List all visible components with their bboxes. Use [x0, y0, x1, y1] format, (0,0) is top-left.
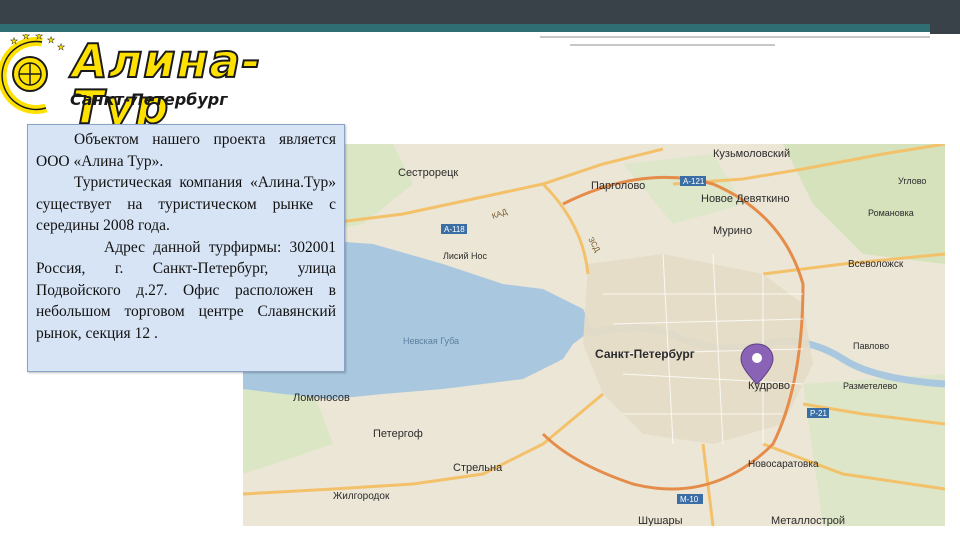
label-sestroretsk: Сестрорецк	[398, 167, 458, 179]
label-vsevolozhsk: Всеволожск	[848, 259, 904, 270]
label-strelna: Стрельна	[453, 462, 503, 474]
svg-text:★: ★	[47, 35, 55, 45]
label-shushary: Шушары	[638, 515, 683, 526]
paragraph-company-history: Туристическая компания «Алина.Тур» сущес…	[36, 174, 336, 234]
label-saint-petersburg: Санкт-Петербург	[595, 347, 695, 361]
top-bar	[0, 0, 960, 24]
company-logo: ★ ★ ★ ★ ★ Алина-Тур Санкт-Петербург	[0, 34, 345, 131]
header-rule-short	[570, 44, 775, 46]
label-romanovka: Романовка	[868, 208, 914, 218]
road-shield-a121: А-121	[683, 177, 705, 186]
paragraph-address: Адрес данной турфирмы: 302001 Россия, г.…	[36, 238, 336, 342]
svg-text:★: ★	[22, 34, 30, 41]
road-shield-a118: А-118	[444, 225, 465, 234]
label-peterhof: Петергоф	[373, 428, 423, 440]
map-canvas[interactable]: А-121 А-118 Р-21 М-10 КАД ЗСД Кузьмоловс…	[243, 144, 945, 526]
svg-text:★: ★	[57, 42, 65, 52]
svg-text:★: ★	[10, 36, 18, 46]
logo-subtitle: Санкт-Петербург	[70, 90, 228, 109]
label-zhilgorodok: Жилгородок	[333, 491, 390, 502]
label-lisiy-nos: Лисий Нос	[443, 251, 487, 261]
road-shield-p21: Р-21	[810, 409, 827, 418]
label-kudrovo: Кудрово	[748, 380, 790, 392]
paragraph-project-object: Объектом нашего проекта является ООО «Ал…	[36, 131, 336, 170]
top-accent-bar	[0, 24, 930, 32]
city-map[interactable]: А-121 А-118 Р-21 М-10 КАД ЗСД Кузьмоловс…	[243, 144, 945, 526]
label-lomonosov: Ломоносов	[293, 392, 350, 404]
label-uglovo: Углово	[898, 176, 926, 186]
label-murino: Мурино	[713, 225, 752, 237]
label-razmetelevo: Разметелево	[843, 381, 897, 391]
top-bar-corner	[930, 0, 960, 34]
label-novoe-devyatkino: Новое Девяткино	[701, 193, 790, 205]
label-kuzmolovsky: Кузьмоловский	[713, 148, 790, 160]
project-description-box: Объектом нашего проекта является ООО «Ал…	[27, 124, 345, 372]
road-shield-m10: М-10	[680, 495, 699, 504]
label-nevskaya-guba: Невская Губа	[403, 336, 459, 346]
logo-title: Алина-Тур	[71, 34, 262, 134]
label-novosaratovka: Новосаратовка	[748, 459, 819, 470]
label-metallostroy: Металлострой	[771, 515, 845, 526]
header-rule	[540, 36, 930, 38]
svg-text:★: ★	[35, 34, 43, 41]
label-pargolovo: Парголово	[591, 180, 645, 192]
label-pavlovo: Павлово	[853, 341, 889, 351]
